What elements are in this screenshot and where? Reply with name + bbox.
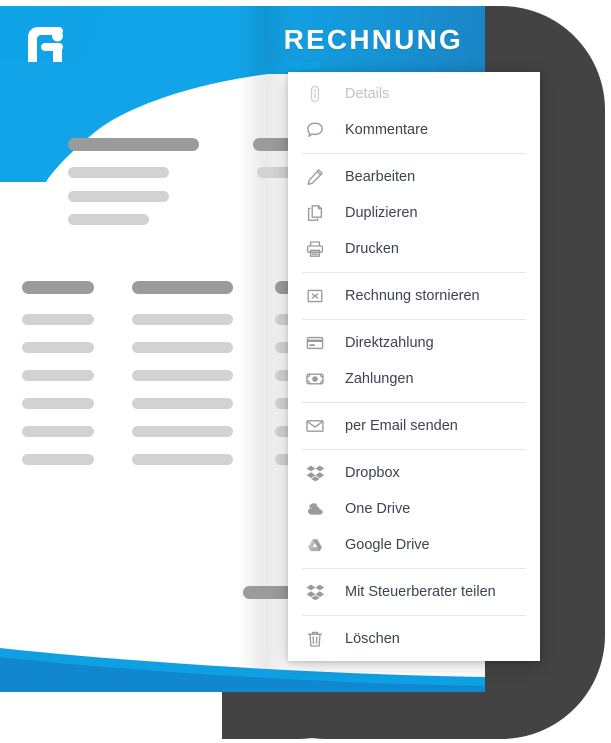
- google-drive-icon: [306, 534, 332, 556]
- menu-item-label: Drucken: [345, 241, 399, 257]
- banknote-icon: [306, 368, 332, 390]
- menu-separator: [302, 402, 526, 403]
- placeholder-bar: [22, 342, 94, 353]
- placeholder-bar: [22, 281, 94, 294]
- menu-item-mit-steuerberater-teilen[interactable]: Mit Steuerberater teilen: [288, 574, 540, 610]
- menu-item-bearbeiten[interactable]: Bearbeiten: [288, 159, 540, 195]
- placeholder-bar: [132, 370, 233, 381]
- cancel-box-icon: [306, 285, 332, 307]
- placeholder-bar: [68, 167, 169, 178]
- placeholder-bar: [132, 342, 233, 353]
- printer-icon: [306, 238, 332, 260]
- menu-item-label: per Email senden: [345, 418, 458, 434]
- placeholder-bar: [22, 314, 94, 325]
- placeholder-bar: [68, 138, 199, 151]
- context-menu[interactable]: Details Kommentare Bearbeiten Duplizieren Dr…: [288, 72, 540, 661]
- placeholder-bar: [68, 191, 169, 202]
- menu-item-direktzahlung[interactable]: Direktzahlung: [288, 325, 540, 361]
- menu-item-label: Details: [345, 86, 390, 102]
- dropbox-icon: [306, 581, 332, 603]
- placeholder-bar: [132, 426, 233, 437]
- onedrive-icon: [306, 498, 332, 520]
- placeholder-bar: [68, 214, 149, 225]
- pencil-icon: [306, 166, 332, 188]
- menu-separator: [302, 153, 526, 154]
- menu-item-zahlungen[interactable]: Zahlungen: [288, 361, 540, 397]
- page-title: RECHNUNG: [283, 24, 463, 55]
- dropbox-icon: [306, 462, 332, 484]
- trash-icon: [306, 628, 332, 650]
- menu-item-per-email-senden[interactable]: per Email senden: [288, 408, 540, 444]
- placeholder-bar: [132, 454, 233, 465]
- menu-item-google-drive[interactable]: Google Drive: [288, 527, 540, 563]
- comment-icon: [306, 119, 332, 141]
- menu-item-one-drive[interactable]: One Drive: [288, 491, 540, 527]
- menu-separator: [302, 449, 526, 450]
- menu-item-label: Kommentare: [345, 122, 429, 138]
- fi-logo-icon: [24, 23, 68, 69]
- menu-item-label: Duplizieren: [345, 205, 418, 221]
- menu-item-label: Google Drive: [345, 537, 430, 553]
- info-icon: [306, 83, 332, 105]
- placeholder-bar: [132, 314, 233, 325]
- menu-separator: [302, 568, 526, 569]
- menu-item-label: Rechnung stornieren: [345, 288, 480, 304]
- menu-item-label: Dropbox: [345, 465, 400, 481]
- menu-item-dropbox[interactable]: Dropbox: [288, 455, 540, 491]
- envelope-icon: [306, 415, 332, 437]
- menu-item-label: Bearbeiten: [345, 169, 416, 185]
- menu-item-duplizieren[interactable]: Duplizieren: [288, 195, 540, 231]
- menu-item-label: Zahlungen: [345, 371, 414, 387]
- header-swoosh-shape: [0, 62, 320, 182]
- copy-icon: [306, 202, 332, 224]
- menu-separator: [302, 319, 526, 320]
- placeholder-bar: [22, 398, 94, 409]
- menu-item-details: Details: [288, 76, 540, 112]
- menu-item-drucken[interactable]: Drucken: [288, 231, 540, 267]
- menu-item-rechnung-stornieren[interactable]: Rechnung stornieren: [288, 278, 540, 314]
- menu-item-kommentare[interactable]: Kommentare: [288, 112, 540, 148]
- menu-item-label: Löschen: [345, 631, 400, 647]
- credit-card-icon: [306, 332, 332, 354]
- placeholder-bar: [132, 281, 233, 294]
- menu-item-label: One Drive: [345, 501, 411, 517]
- placeholder-bar: [22, 454, 94, 465]
- menu-item-label: Mit Steuerberater teilen: [345, 584, 496, 600]
- placeholder-bar: [22, 426, 94, 437]
- menu-item-label: Direktzahlung: [345, 335, 434, 351]
- screenshot-root: RECHNUNG Details Kommentare Bearbeiten Dupl…: [0, 0, 611, 743]
- placeholder-bar: [22, 370, 94, 381]
- menu-separator: [302, 615, 526, 616]
- placeholder-bar: [132, 398, 233, 409]
- menu-separator: [302, 272, 526, 273]
- menu-item-loeschen[interactable]: Löschen: [288, 621, 540, 657]
